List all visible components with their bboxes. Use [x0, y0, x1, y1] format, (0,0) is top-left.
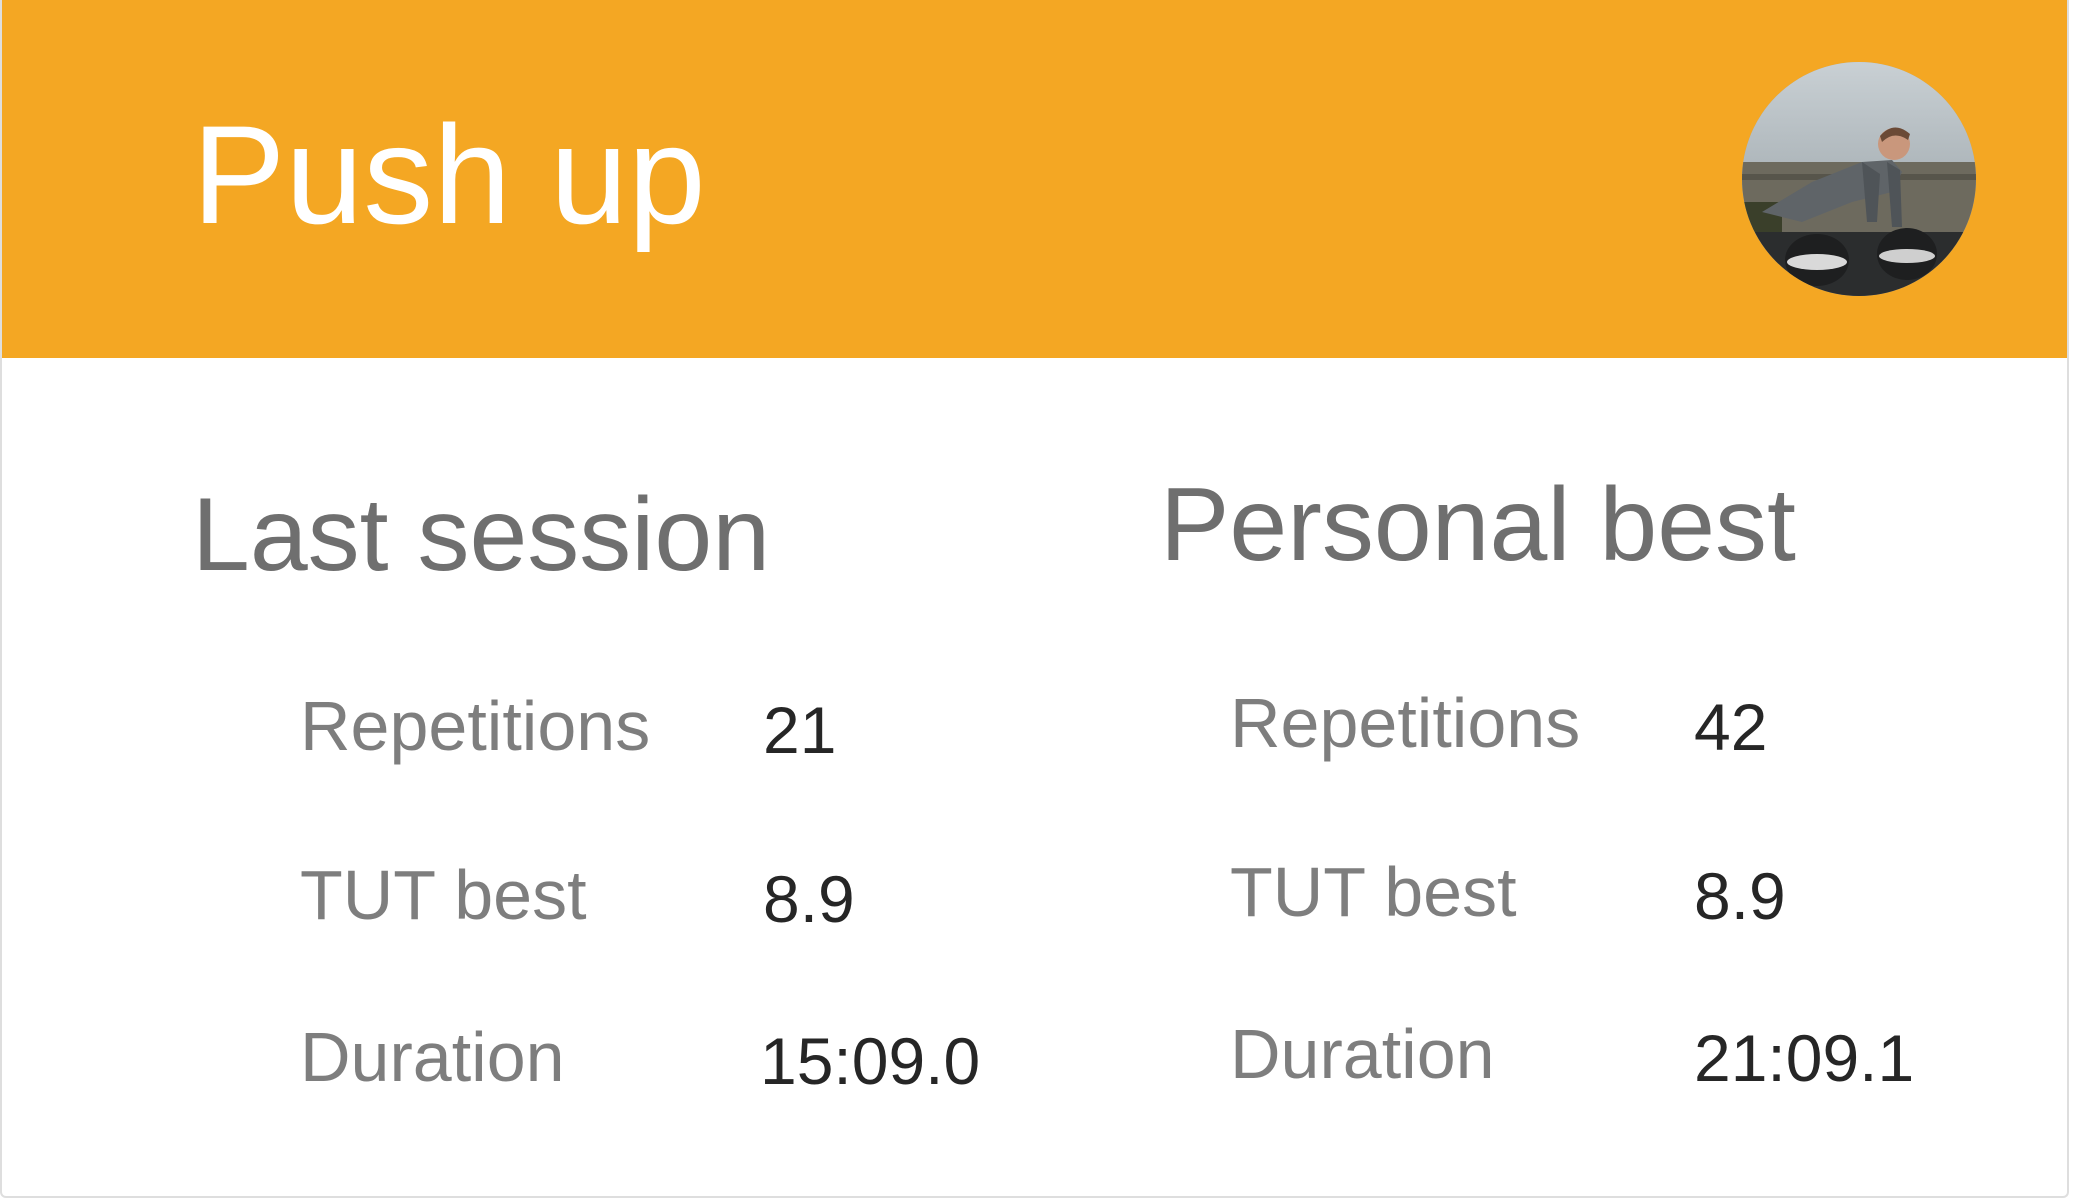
last-session-repetitions-label: Repetitions	[300, 687, 651, 765]
personal-best-duration-value: 21:09.1	[1694, 1021, 1915, 1095]
last-session-duration-value: 15:09.0	[760, 1024, 981, 1098]
exercise-title: Push up	[192, 96, 706, 253]
card-header: Push up	[2, 0, 2067, 358]
push-up-photo-icon	[1742, 62, 1976, 296]
last-session-heading: Last session	[192, 477, 771, 593]
exercise-card[interactable]: Push up Last session Repetitions 21 TUT …	[0, 0, 2069, 1198]
personal-best-duration-label: Duration	[1230, 1015, 1495, 1093]
personal-best-tut-best-label: TUT best	[1230, 853, 1517, 931]
last-session-tut-best-label: TUT best	[300, 856, 587, 934]
personal-best-heading: Personal best	[1160, 467, 1796, 583]
personal-best-repetitions-label: Repetitions	[1230, 684, 1581, 762]
last-session-tut-best-value: 8.9	[763, 862, 855, 936]
last-session-repetitions-value: 21	[763, 693, 837, 767]
exercise-photo-avatar	[1742, 62, 1976, 296]
personal-best-repetitions-value: 42	[1694, 690, 1768, 764]
last-session-duration-label: Duration	[300, 1018, 565, 1096]
personal-best-tut-best-value: 8.9	[1694, 859, 1786, 933]
